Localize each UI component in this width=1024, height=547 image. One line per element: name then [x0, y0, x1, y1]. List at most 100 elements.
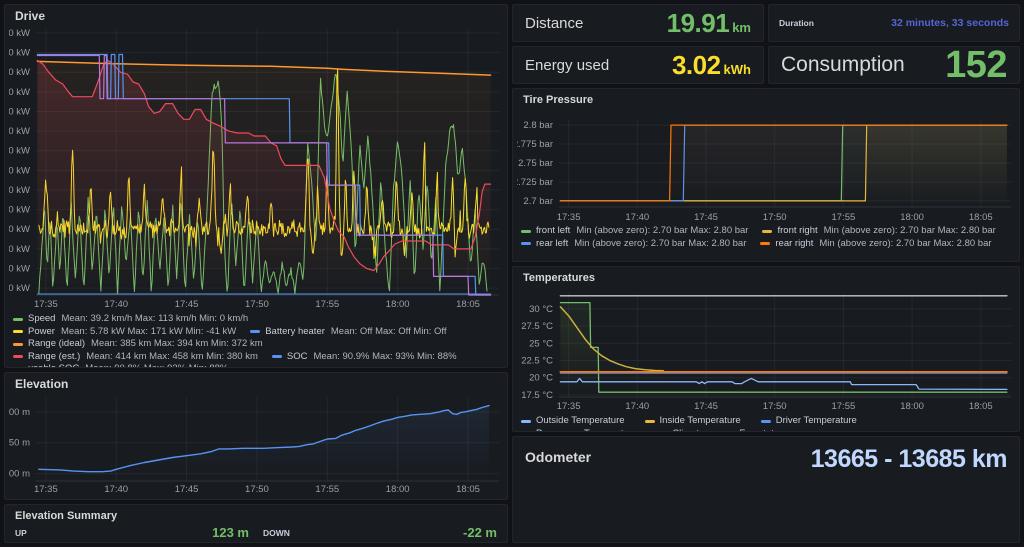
- legend-item-range-ideal-[interactable]: Range (ideal) Mean: 385 km Max: 394 km Mi…: [13, 338, 263, 351]
- svg-text:22.5 °C: 22.5 °C: [521, 355, 553, 366]
- svg-text:17:40: 17:40: [625, 401, 649, 412]
- svg-text:30 °C: 30 °C: [529, 304, 553, 315]
- svg-text:17.5 °C: 17.5 °C: [521, 390, 553, 401]
- legend-item-front-left[interactable]: front left Min (above zero): 2.70 bar Max…: [521, 225, 748, 238]
- legend-series-name[interactable]: Fan status: [739, 428, 783, 432]
- elevation-summary-row: UP 123 m DOWN -22 m: [5, 523, 507, 540]
- svg-text:60 kW: 60 kW: [9, 165, 30, 176]
- tire-pressure-title[interactable]: Tire Pressure: [513, 89, 1019, 107]
- svg-text:17:45: 17:45: [694, 212, 718, 223]
- energy-value-group: 3.02 kWh: [672, 50, 751, 81]
- legend-item-rear-left[interactable]: rear left Min (above zero): 2.70 bar Max:…: [521, 238, 746, 251]
- svg-text:17:45: 17:45: [694, 401, 718, 412]
- legend-item-passenger-temperature[interactable]: Passenger Temperature: [521, 428, 643, 432]
- energy-used-value: 3.02: [671, 49, 721, 80]
- svg-text:18:05: 18:05: [456, 299, 480, 310]
- drive-panel: Drive 200 kW 180 kW 160 kW 140 kW 120 kW 100 …: [4, 4, 508, 368]
- legend-series-name[interactable]: SOC: [287, 351, 308, 364]
- svg-text:2.8 bar: 2.8 bar: [523, 120, 553, 131]
- legend-series-name[interactable]: Speed: [28, 313, 55, 326]
- svg-text:17:40: 17:40: [104, 484, 128, 495]
- legend-series-name[interactable]: Outside Temperature: [536, 415, 625, 428]
- legend-swatch: [13, 342, 23, 346]
- legend-item-outside-temperature[interactable]: Outside Temperature: [521, 415, 631, 428]
- legend-series-stats: Min (above zero): 2.70 bar Max: 2.80 bar: [576, 225, 749, 236]
- legend-series-name[interactable]: Driver Temperature: [776, 415, 857, 428]
- odometer-panel: Odometer 13665 - 13685 km: [512, 436, 1020, 543]
- svg-text:17:50: 17:50: [763, 212, 787, 223]
- svg-text:200 kW: 200 kW: [9, 28, 30, 39]
- svg-text:300 m: 300 m: [9, 407, 30, 418]
- svg-text:18:00: 18:00: [900, 401, 924, 412]
- svg-text:17:50: 17:50: [763, 401, 787, 412]
- legend-swatch: [250, 330, 261, 334]
- legend-series-name[interactable]: Climate: [672, 428, 704, 432]
- tire-pressure-chart[interactable]: 2.8 bar 2.775 bar 2.75 bar 2.725 bar 2.7 bar…: [517, 107, 1017, 225]
- svg-text:2.725 bar: 2.725 bar: [517, 177, 553, 188]
- legend-series-name[interactable]: Range (est.): [28, 351, 80, 364]
- svg-text:17:55: 17:55: [315, 484, 339, 495]
- legend-series-stats: Min (above zero): 2.70 bar Max: 2.80 bar: [823, 225, 996, 236]
- legend-swatch: [13, 317, 23, 321]
- legend-series-name[interactable]: Range (ideal): [28, 338, 85, 351]
- legend-series-name[interactable]: Battery heater: [265, 326, 325, 339]
- svg-text:20 °C: 20 °C: [529, 373, 553, 384]
- legend-item-driver-temperature[interactable]: Driver Temperature: [760, 415, 863, 428]
- legend-series-name[interactable]: Inside Temperature: [660, 415, 741, 428]
- temperatures-chart[interactable]: 30 °C 27.5 °C 25 °C 22.5 °C 20 °C 17.5 °C 17:3…: [517, 285, 1017, 415]
- odometer-label: Odometer: [525, 449, 592, 465]
- energy-used-unit: kWh: [723, 61, 751, 77]
- consumption-value: 152: [945, 46, 1007, 84]
- legend-swatch: [13, 330, 23, 334]
- legend-item-soc[interactable]: SOC Mean: 90.9% Max: 93% Min: 88%: [271, 351, 457, 364]
- consumption-label: Consumption: [781, 53, 905, 76]
- legend-series-name[interactable]: Passenger Temperature: [536, 428, 637, 432]
- svg-text:18:05: 18:05: [969, 401, 993, 412]
- legend-item-front-right[interactable]: front right Min (above zero): 2.70 bar Ma…: [762, 225, 996, 238]
- legend-series-stats: Mean: 385 km Max: 394 km Min: 372 km: [91, 338, 263, 349]
- legend-item-usable-soc[interactable]: usable SOC Mean: 90.8% Max: 93% Min: 88%: [13, 363, 228, 367]
- legend-item-rear-right[interactable]: rear right Min (above zero): 2.70 bar Max…: [760, 238, 992, 251]
- svg-text:140 kW: 140 kW: [9, 87, 30, 98]
- legend-item-battery-heater[interactable]: Battery heater Mean: Off Max: Off Min: Of…: [250, 325, 447, 339]
- legend-series-name[interactable]: front right: [777, 225, 817, 238]
- legend-item-range-est-[interactable]: Range (est.) Mean: 414 km Max: 458 km Min…: [13, 351, 258, 364]
- legend-swatch: [521, 419, 531, 423]
- legend-series-name[interactable]: front left: [536, 225, 570, 238]
- svg-text:2.7 bar: 2.7 bar: [523, 196, 553, 207]
- drive-chart[interactable]: 200 kW 180 kW 160 kW 140 kW 120 kW 100 kW 80 k…: [9, 23, 505, 313]
- svg-text:2.775 bar: 2.775 bar: [517, 139, 553, 150]
- temperatures-title[interactable]: Temperatures: [513, 267, 1019, 285]
- legend-swatch: [760, 419, 771, 423]
- legend-series-name[interactable]: rear right: [775, 238, 813, 251]
- legend-series-name[interactable]: rear left: [536, 238, 568, 251]
- legend-series-name[interactable]: Power: [28, 326, 55, 339]
- legend-item-power[interactable]: Power Mean: 5.78 kW Max: 171 kW Min: -41 …: [13, 326, 236, 339]
- temperatures-panel: Temperatures 30 °C 27.5 °C 25 °C 22.5 °C 20 …: [512, 266, 1020, 432]
- legend-series-stats: Mean: Off Max: Off Min: Off: [330, 325, 447, 337]
- up-label: UP: [15, 527, 27, 538]
- svg-text:17:35: 17:35: [557, 212, 581, 223]
- elevation-panel-title[interactable]: Elevation: [5, 373, 507, 391]
- elevation-chart[interactable]: 300 m 250 m 200 m 17:35 17:40 17:45 17:50 17:55…: [9, 391, 505, 497]
- legend-item-inside-temperature[interactable]: Inside Temperature: [644, 415, 747, 428]
- svg-text:25 °C: 25 °C: [529, 338, 553, 349]
- legend-item-climate[interactable]: Climate: [657, 428, 710, 432]
- svg-text:17:45: 17:45: [175, 299, 199, 310]
- svg-text:18:05: 18:05: [969, 212, 993, 223]
- legend-item-fan-status[interactable]: Fan status: [724, 428, 789, 432]
- elevation-down-stat: DOWN -22 m: [263, 525, 497, 540]
- legend-item-speed[interactable]: Speed Mean: 39.2 km/h Max: 113 km/h Min: …: [13, 313, 248, 326]
- legend-series-name[interactable]: usable SOC: [28, 363, 79, 367]
- svg-text:17:35: 17:35: [34, 299, 58, 310]
- duration-value: 32 minutes, 33 seconds: [891, 17, 1009, 29]
- legend-swatch: [521, 229, 531, 233]
- drive-panel-title[interactable]: Drive: [5, 5, 507, 23]
- elevation-summary-title[interactable]: Elevation Summary: [5, 505, 507, 523]
- svg-text:18:00: 18:00: [900, 212, 924, 223]
- svg-text:17:35: 17:35: [34, 484, 58, 495]
- legend-series-stats: Mean: 90.8% Max: 93% Min: 88%: [85, 363, 228, 367]
- svg-text:17:55: 17:55: [831, 212, 855, 223]
- svg-text:17:45: 17:45: [175, 484, 199, 495]
- svg-text:180 kW: 180 kW: [9, 48, 30, 59]
